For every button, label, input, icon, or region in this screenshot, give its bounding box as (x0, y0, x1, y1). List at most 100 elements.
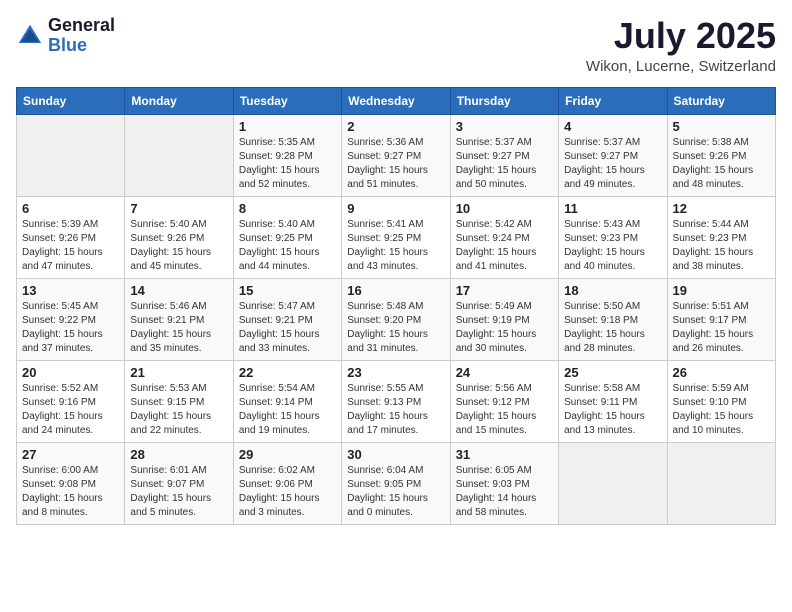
day-info: Sunrise: 5:40 AM Sunset: 9:25 PM Dayligh… (239, 218, 336, 274)
day-info: Sunrise: 6:04 AM Sunset: 9:05 PM Dayligh… (347, 464, 444, 520)
calendar-cell (17, 114, 125, 196)
day-info: Sunrise: 6:00 AM Sunset: 9:08 PM Dayligh… (22, 464, 119, 520)
day-number: 31 (456, 447, 553, 462)
day-number: 24 (456, 365, 553, 380)
calendar-cell: 1Sunrise: 5:35 AM Sunset: 9:28 PM Daylig… (233, 114, 341, 196)
day-number: 3 (456, 119, 553, 134)
day-info: Sunrise: 5:39 AM Sunset: 9:26 PM Dayligh… (22, 218, 119, 274)
header-day-tuesday: Tuesday (233, 87, 341, 114)
day-info: Sunrise: 5:36 AM Sunset: 9:27 PM Dayligh… (347, 136, 444, 192)
calendar-cell: 25 Sunrise: 5:58 AM Sunset: 9:11 PM Dayli… (559, 360, 667, 442)
calendar-cell (125, 114, 233, 196)
calendar-cell: 4 Sunrise: 5:37 AM Sunset: 9:27 PM Daylig… (559, 114, 667, 196)
day-number: 20 (22, 365, 119, 380)
header-day-monday: Monday (125, 87, 233, 114)
day-info: Sunrise: 6:02 AM Sunset: 9:06 PM Dayligh… (239, 464, 336, 520)
day-info: Sunrise: 5:54 AM Sunset: 9:14 PM Dayligh… (239, 382, 336, 438)
day-info: Sunrise: 5:47 AM Sunset: 9:21 PM Dayligh… (239, 300, 336, 356)
calendar-cell: 30 Sunrise: 6:04 AM Sunset: 9:05 PM Dayli… (342, 442, 450, 524)
day-info: Sunrise: 5:44 AM Sunset: 9:23 PM Dayligh… (673, 218, 770, 274)
calendar-cell: 8 Sunrise: 5:40 AM Sunset: 9:25 PM Daylig… (233, 196, 341, 278)
day-info: Sunrise: 5:42 AM Sunset: 9:24 PM Dayligh… (456, 218, 553, 274)
week-row-2: 6Sunrise: 5:39 AM Sunset: 9:26 PM Daylig… (17, 196, 776, 278)
logo-icon (16, 22, 44, 50)
day-info: Sunrise: 5:59 AM Sunset: 9:10 PM Dayligh… (673, 382, 770, 438)
calendar-cell: 12 Sunrise: 5:44 AM Sunset: 9:23 PM Dayli… (667, 196, 775, 278)
week-row-3: 13 Sunrise: 5:45 AM Sunset: 9:22 PM Dayli… (17, 278, 776, 360)
calendar-cell (667, 442, 775, 524)
header-day-saturday: Saturday (667, 87, 775, 114)
day-number: 9 (347, 201, 444, 216)
location: Wikon, Lucerne, Switzerland (586, 58, 776, 75)
logo: General Blue (16, 16, 115, 56)
calendar-cell: 16 Sunrise: 5:48 AM Sunset: 9:20 PM Dayli… (342, 278, 450, 360)
logo-text: General Blue (48, 16, 115, 56)
day-info: Sunrise: 5:53 AM Sunset: 9:15 PM Dayligh… (130, 382, 227, 438)
day-info: Sunrise: 5:55 AM Sunset: 9:13 PM Dayligh… (347, 382, 444, 438)
day-number: 8 (239, 201, 336, 216)
day-info: Sunrise: 5:37 AM Sunset: 9:27 PM Dayligh… (564, 136, 661, 192)
day-info: Sunrise: 6:05 AM Sunset: 9:03 PM Dayligh… (456, 464, 553, 520)
calendar-cell: 21 Sunrise: 5:53 AM Sunset: 9:15 PM Dayli… (125, 360, 233, 442)
calendar-cell: 5Sunrise: 5:38 AM Sunset: 9:26 PM Daylig… (667, 114, 775, 196)
header-row: SundayMondayTuesdayWednesdayThursdayFrid… (17, 87, 776, 114)
header-day-friday: Friday (559, 87, 667, 114)
day-info: Sunrise: 5:45 AM Sunset: 9:22 PM Dayligh… (22, 300, 119, 356)
calendar-cell: 11 Sunrise: 5:43 AM Sunset: 9:23 PM Dayli… (559, 196, 667, 278)
calendar-cell: 7Sunrise: 5:40 AM Sunset: 9:26 PM Daylig… (125, 196, 233, 278)
day-number: 11 (564, 201, 661, 216)
logo-blue-text: Blue (48, 36, 115, 56)
calendar-table: SundayMondayTuesdayWednesdayThursdayFrid… (16, 87, 776, 525)
day-number: 25 (564, 365, 661, 380)
day-number: 27 (22, 447, 119, 462)
calendar-cell: 20Sunrise: 5:52 AM Sunset: 9:16 PM Dayli… (17, 360, 125, 442)
day-info: Sunrise: 5:56 AM Sunset: 9:12 PM Dayligh… (456, 382, 553, 438)
day-number: 23 (347, 365, 444, 380)
day-number: 10 (456, 201, 553, 216)
day-info: Sunrise: 5:41 AM Sunset: 9:25 PM Dayligh… (347, 218, 444, 274)
day-number: 16 (347, 283, 444, 298)
calendar-cell: 13 Sunrise: 5:45 AM Sunset: 9:22 PM Dayli… (17, 278, 125, 360)
day-number: 17 (456, 283, 553, 298)
day-info: Sunrise: 5:43 AM Sunset: 9:23 PM Dayligh… (564, 218, 661, 274)
calendar-cell: 3 Sunrise: 5:37 AM Sunset: 9:27 PM Daylig… (450, 114, 558, 196)
month-title: July 2025 (586, 16, 776, 56)
calendar-cell: 14 Sunrise: 5:46 AM Sunset: 9:21 PM Dayli… (125, 278, 233, 360)
day-info: Sunrise: 6:01 AM Sunset: 9:07 PM Dayligh… (130, 464, 227, 520)
calendar-cell: 19Sunrise: 5:51 AM Sunset: 9:17 PM Dayli… (667, 278, 775, 360)
calendar-header: SundayMondayTuesdayWednesdayThursdayFrid… (17, 87, 776, 114)
day-info: Sunrise: 5:46 AM Sunset: 9:21 PM Dayligh… (130, 300, 227, 356)
day-info: Sunrise: 5:35 AM Sunset: 9:28 PM Dayligh… (239, 136, 336, 192)
calendar-cell: 6Sunrise: 5:39 AM Sunset: 9:26 PM Daylig… (17, 196, 125, 278)
calendar-body: 1Sunrise: 5:35 AM Sunset: 9:28 PM Daylig… (17, 114, 776, 524)
day-number: 18 (564, 283, 661, 298)
header-day-thursday: Thursday (450, 87, 558, 114)
day-number: 13 (22, 283, 119, 298)
calendar-cell: 27 Sunrise: 6:00 AM Sunset: 9:08 PM Dayli… (17, 442, 125, 524)
day-number: 12 (673, 201, 770, 216)
page-header: General Blue July 2025 Wikon, Lucerne, S… (16, 16, 776, 75)
day-number: 2 (347, 119, 444, 134)
calendar-cell: 18Sunrise: 5:50 AM Sunset: 9:18 PM Dayli… (559, 278, 667, 360)
logo-general-text: General (48, 16, 115, 36)
day-number: 21 (130, 365, 227, 380)
week-row-1: 1Sunrise: 5:35 AM Sunset: 9:28 PM Daylig… (17, 114, 776, 196)
day-number: 14 (130, 283, 227, 298)
day-info: Sunrise: 5:48 AM Sunset: 9:20 PM Dayligh… (347, 300, 444, 356)
calendar-cell (559, 442, 667, 524)
calendar-cell: 15Sunrise: 5:47 AM Sunset: 9:21 PM Dayli… (233, 278, 341, 360)
day-info: Sunrise: 5:58 AM Sunset: 9:11 PM Dayligh… (564, 382, 661, 438)
day-info: Sunrise: 5:49 AM Sunset: 9:19 PM Dayligh… (456, 300, 553, 356)
day-number: 30 (347, 447, 444, 462)
calendar-cell: 17 Sunrise: 5:49 AM Sunset: 9:19 PM Dayli… (450, 278, 558, 360)
calendar-cell: 31 Sunrise: 6:05 AM Sunset: 9:03 PM Dayli… (450, 442, 558, 524)
header-day-sunday: Sunday (17, 87, 125, 114)
title-block: July 2025 Wikon, Lucerne, Switzerland (586, 16, 776, 75)
week-row-5: 27 Sunrise: 6:00 AM Sunset: 9:08 PM Dayli… (17, 442, 776, 524)
day-info: Sunrise: 5:37 AM Sunset: 9:27 PM Dayligh… (456, 136, 553, 192)
calendar-cell: 22Sunrise: 5:54 AM Sunset: 9:14 PM Dayli… (233, 360, 341, 442)
day-number: 5 (673, 119, 770, 134)
day-number: 7 (130, 201, 227, 216)
calendar-cell: 26Sunrise: 5:59 AM Sunset: 9:10 PM Dayli… (667, 360, 775, 442)
day-number: 4 (564, 119, 661, 134)
